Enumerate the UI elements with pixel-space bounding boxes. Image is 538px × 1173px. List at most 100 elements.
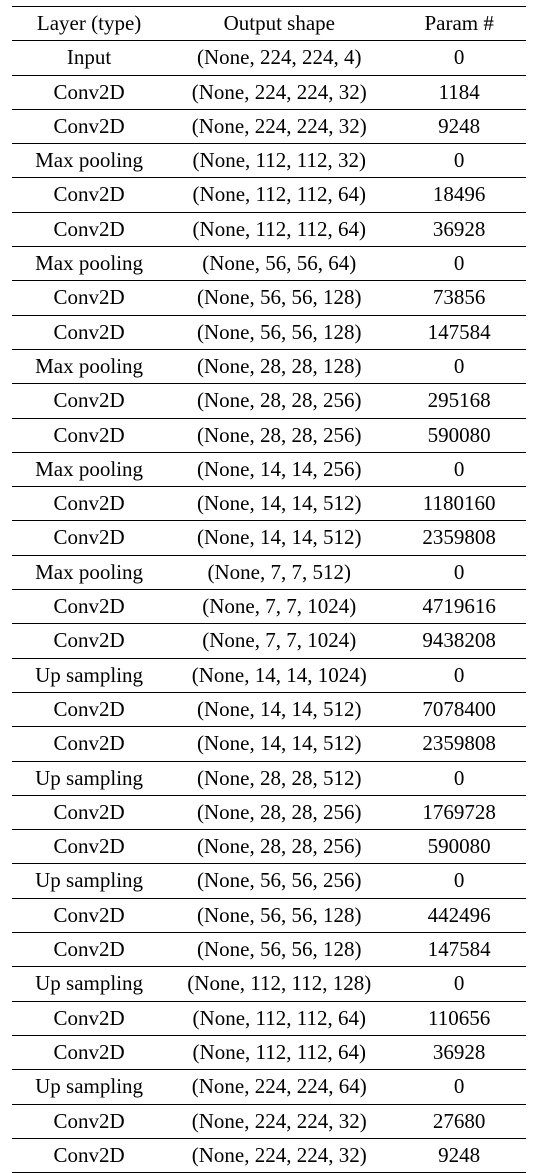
table-row: Conv2D(None, 14, 14, 512)2359808 <box>12 727 526 761</box>
cell-layer: Conv2D <box>12 178 166 212</box>
cell-shape: (None, 7, 7, 1024) <box>166 590 392 624</box>
cell-params: 1184 <box>392 75 526 109</box>
table-row: Conv2D(None, 112, 112, 64)36928 <box>12 1035 526 1069</box>
cell-layer: Up sampling <box>12 658 166 692</box>
cell-shape: (None, 224, 224, 32) <box>166 75 392 109</box>
table-row: Max pooling(None, 56, 56, 64)0 <box>12 247 526 281</box>
cell-shape: (None, 56, 56, 64) <box>166 247 392 281</box>
cell-params: 0 <box>392 452 526 486</box>
cell-shape: (None, 28, 28, 256) <box>166 795 392 829</box>
col-header-layer: Layer (type) <box>12 7 166 41</box>
cell-params: 36928 <box>392 212 526 246</box>
cell-params: 110656 <box>392 1001 526 1035</box>
cell-params: 295168 <box>392 384 526 418</box>
cell-layer: Conv2D <box>12 384 166 418</box>
cell-shape: (None, 14, 14, 1024) <box>166 658 392 692</box>
table-row: Max pooling(None, 28, 28, 128)0 <box>12 349 526 383</box>
cell-params: 442496 <box>392 898 526 932</box>
cell-layer: Max pooling <box>12 247 166 281</box>
cell-shape: (None, 7, 7, 512) <box>166 555 392 589</box>
cell-layer: Conv2D <box>12 898 166 932</box>
table-row: Conv2D(None, 14, 14, 512)7078400 <box>12 692 526 726</box>
table-row: Input(None, 224, 224, 4)0 <box>12 41 526 75</box>
cell-layer: Conv2D <box>12 1138 166 1172</box>
cell-layer: Max pooling <box>12 349 166 383</box>
table-row: Conv2D(None, 7, 7, 1024)4719616 <box>12 590 526 624</box>
table-row: Conv2D(None, 56, 56, 128)147584 <box>12 933 526 967</box>
cell-shape: (None, 56, 56, 128) <box>166 315 392 349</box>
cell-shape: (None, 28, 28, 512) <box>166 761 392 795</box>
cell-params: 0 <box>392 41 526 75</box>
cell-layer: Max pooling <box>12 555 166 589</box>
table-row: Up sampling(None, 56, 56, 256)0 <box>12 864 526 898</box>
cell-layer: Conv2D <box>12 212 166 246</box>
cell-layer: Conv2D <box>12 1035 166 1069</box>
table-row: Conv2D(None, 224, 224, 32)27680 <box>12 1104 526 1138</box>
cell-layer: Input <box>12 41 166 75</box>
cell-shape: (None, 112, 112, 64) <box>166 212 392 246</box>
cell-layer: Up sampling <box>12 1070 166 1104</box>
cell-shape: (None, 224, 224, 32) <box>166 1104 392 1138</box>
table-row: Conv2D(None, 28, 28, 256)590080 <box>12 830 526 864</box>
cell-shape: (None, 14, 14, 512) <box>166 521 392 555</box>
cell-params: 0 <box>392 864 526 898</box>
cell-params: 9438208 <box>392 624 526 658</box>
cell-layer: Conv2D <box>12 315 166 349</box>
table-row: Up sampling(None, 14, 14, 1024)0 <box>12 658 526 692</box>
cell-layer: Conv2D <box>12 75 166 109</box>
cell-params: 9248 <box>392 1138 526 1172</box>
cell-shape: (None, 28, 28, 256) <box>166 830 392 864</box>
cell-layer: Conv2D <box>12 418 166 452</box>
cell-params: 0 <box>392 967 526 1001</box>
table-row: Conv2D(None, 224, 224, 32)1184 <box>12 75 526 109</box>
cell-shape: (None, 224, 224, 4) <box>166 41 392 75</box>
cell-shape: (None, 28, 28, 256) <box>166 418 392 452</box>
cell-shape: (None, 56, 56, 128) <box>166 898 392 932</box>
cell-layer: Conv2D <box>12 692 166 726</box>
cell-shape: (None, 224, 224, 32) <box>166 1138 392 1172</box>
cell-shape: (None, 56, 56, 128) <box>166 281 392 315</box>
cell-params: 0 <box>392 247 526 281</box>
cell-layer: Conv2D <box>12 109 166 143</box>
table-row: Conv2D(None, 14, 14, 512)2359808 <box>12 521 526 555</box>
table-row: Max pooling(None, 7, 7, 512)0 <box>12 555 526 589</box>
table-row: Conv2D(None, 28, 28, 256)1769728 <box>12 795 526 829</box>
cell-shape: (None, 14, 14, 512) <box>166 727 392 761</box>
table-row: Max pooling(None, 112, 112, 32)0 <box>12 144 526 178</box>
cell-shape: (None, 14, 14, 512) <box>166 487 392 521</box>
cell-params: 7078400 <box>392 692 526 726</box>
cell-params: 0 <box>392 349 526 383</box>
cell-layer: Conv2D <box>12 590 166 624</box>
table-row: Up sampling(None, 112, 112, 128)0 <box>12 967 526 1001</box>
cell-shape: (None, 56, 56, 256) <box>166 864 392 898</box>
cell-params: 0 <box>392 658 526 692</box>
cell-layer: Conv2D <box>12 1104 166 1138</box>
cell-shape: (None, 14, 14, 512) <box>166 692 392 726</box>
table-row: Conv2D(None, 14, 14, 512)1180160 <box>12 487 526 521</box>
table-row: Conv2D(None, 28, 28, 256)295168 <box>12 384 526 418</box>
cell-params: 147584 <box>392 315 526 349</box>
cell-params: 4719616 <box>392 590 526 624</box>
cell-layer: Conv2D <box>12 624 166 658</box>
cell-layer: Up sampling <box>12 864 166 898</box>
cell-params: 36928 <box>392 1035 526 1069</box>
cell-shape: (None, 112, 112, 32) <box>166 144 392 178</box>
cell-shape: (None, 224, 224, 64) <box>166 1070 392 1104</box>
cell-layer: Max pooling <box>12 452 166 486</box>
cell-params: 27680 <box>392 1104 526 1138</box>
cell-layer: Max pooling <box>12 144 166 178</box>
cell-params: 0 <box>392 144 526 178</box>
table-row: Conv2D(None, 56, 56, 128)442496 <box>12 898 526 932</box>
table-row: Conv2D(None, 112, 112, 64)18496 <box>12 178 526 212</box>
cell-shape: (None, 56, 56, 128) <box>166 933 392 967</box>
cell-params: 18496 <box>392 178 526 212</box>
cell-params: 590080 <box>392 830 526 864</box>
cell-shape: (None, 224, 224, 32) <box>166 109 392 143</box>
cell-params: 2359808 <box>392 727 526 761</box>
table-row: Conv2D(None, 56, 56, 128)73856 <box>12 281 526 315</box>
cell-params: 147584 <box>392 933 526 967</box>
cell-layer: Conv2D <box>12 933 166 967</box>
table-row: Conv2D(None, 28, 28, 256)590080 <box>12 418 526 452</box>
cell-params: 0 <box>392 1070 526 1104</box>
table-row: Conv2D(None, 224, 224, 32)9248 <box>12 1138 526 1172</box>
